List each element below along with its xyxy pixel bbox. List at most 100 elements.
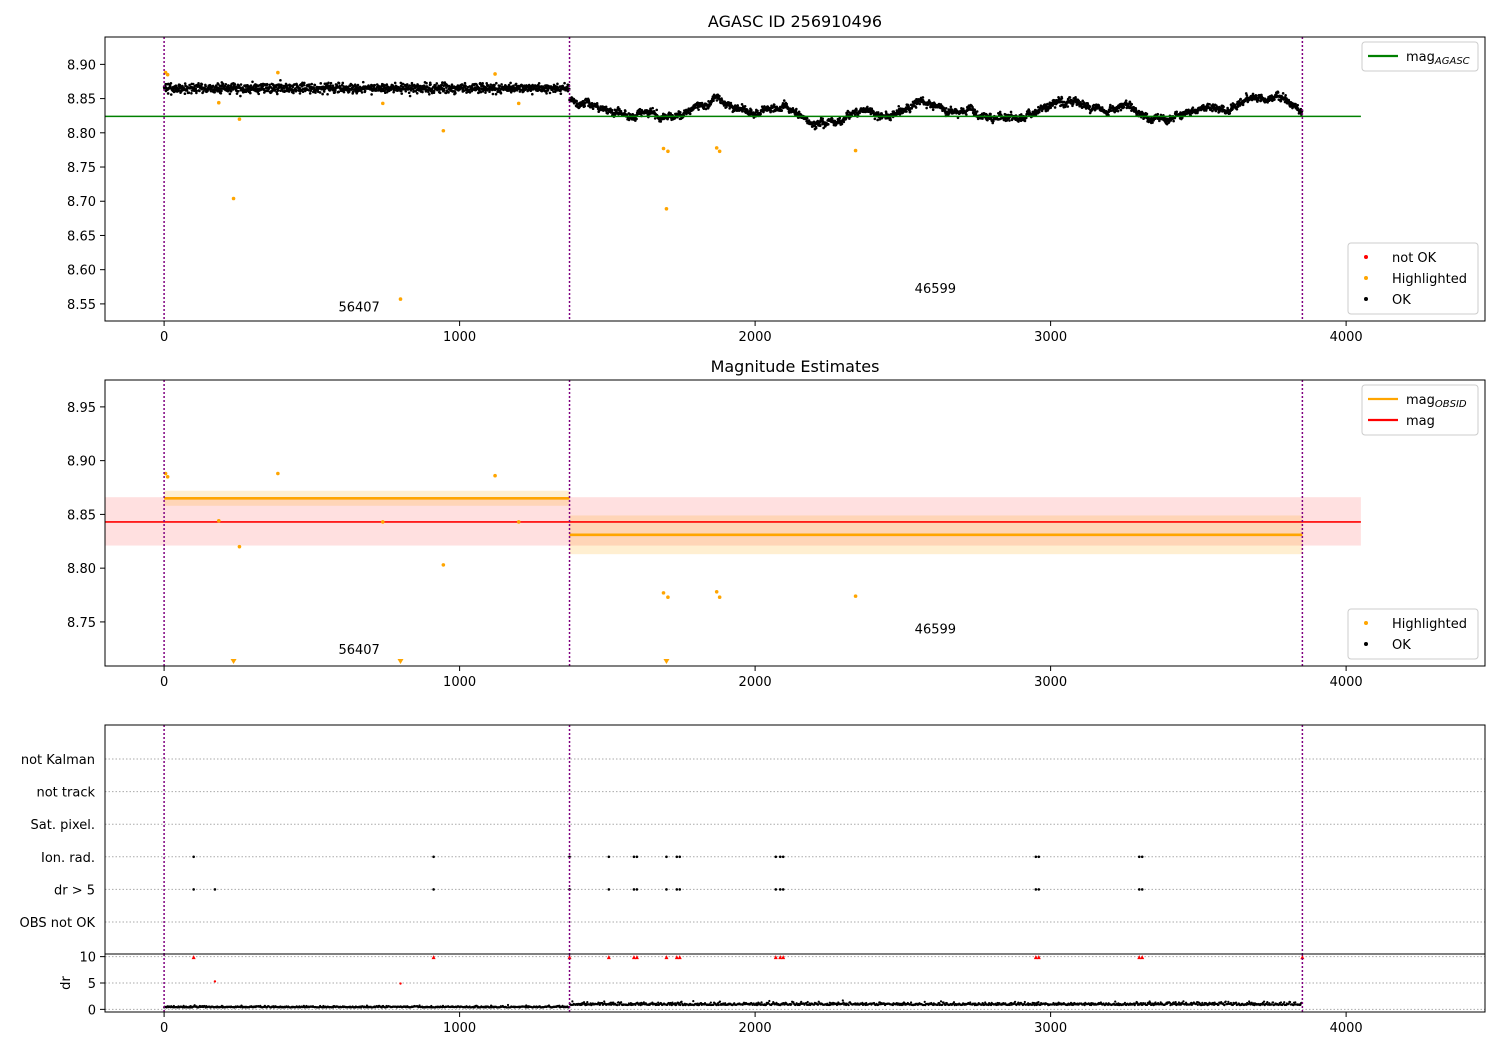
ok-point [221, 82, 225, 86]
ok-point [1235, 107, 1239, 111]
flag-event-point [607, 888, 611, 891]
ok-point [531, 92, 534, 96]
flag-event-point [781, 855, 785, 859]
ok-point [233, 83, 237, 86]
ok-point [908, 110, 912, 113]
highlighted-point [276, 471, 280, 476]
flag-event-point [1137, 888, 1141, 891]
ok-point [319, 82, 323, 85]
ok-point [756, 109, 759, 113]
ok-point [421, 90, 424, 94]
ok-point [918, 102, 922, 106]
ok-point [279, 78, 282, 82]
panel-title: Magnitude Estimates [711, 357, 880, 376]
flag-row-label: OBS not OK [20, 916, 96, 931]
ok-point [975, 110, 979, 113]
x-tick-label: 2000 [739, 330, 772, 345]
ok-point [826, 123, 830, 126]
flag-event-point [665, 855, 668, 859]
ok-point [992, 119, 995, 123]
ok-point [1245, 94, 1249, 97]
ok-point [989, 112, 992, 116]
ok-point [495, 81, 498, 85]
ok-point [360, 91, 364, 94]
dr-point [586, 1000, 589, 1004]
highlighted-point [493, 72, 497, 76]
ok-point [715, 99, 719, 102]
flag-event-point [1137, 855, 1141, 859]
ok-point [819, 120, 823, 123]
ok-point [405, 83, 409, 86]
x-tick-label: 3000 [1034, 675, 1067, 690]
flag-event-point [607, 855, 611, 859]
highlighted-point [237, 117, 242, 121]
highlighted-point [717, 149, 722, 154]
highlighted-point [441, 563, 446, 567]
ok-point [228, 92, 232, 96]
ok-point [876, 111, 880, 114]
out-of-range-marker [230, 659, 237, 664]
flag-event-point [632, 888, 636, 891]
flag-row-label: not Kalman [21, 753, 95, 768]
dr-point [620, 1001, 623, 1004]
ok-point [313, 83, 317, 87]
ok-point [743, 104, 747, 108]
highlighted-point [380, 520, 385, 524]
ok-point [1049, 106, 1053, 109]
ok-point [251, 80, 254, 84]
ok-point [265, 82, 269, 86]
legend-label: OK [1392, 638, 1411, 653]
x-tick-label: 0 [160, 330, 168, 345]
ok-point [276, 92, 279, 96]
ok-point [805, 117, 809, 120]
ok-point [326, 92, 329, 96]
ok-point [604, 105, 608, 109]
ok-point [1255, 94, 1258, 98]
highlighted-point [666, 149, 670, 154]
ok-point [782, 99, 786, 102]
ok-point [965, 113, 968, 116]
y-tick-label: 8.90 [67, 455, 96, 470]
ok-point [575, 99, 578, 103]
dr-point [642, 1001, 645, 1004]
y-tick-label: 8.90 [67, 58, 96, 73]
highlighted-point [165, 474, 170, 479]
ok-point [373, 83, 377, 87]
highlighted-point [216, 519, 221, 523]
ok-point [400, 92, 404, 95]
ok-point [200, 83, 204, 86]
ok-point [310, 82, 314, 86]
flag-event-point [213, 888, 217, 891]
ok-point [795, 107, 798, 111]
ok-point [308, 83, 311, 86]
flag-event-point [678, 888, 682, 891]
ok-point [298, 92, 302, 95]
ok-point [842, 120, 846, 124]
dr-point [692, 1000, 695, 1003]
highlighted-point [398, 297, 403, 301]
ok-point [750, 108, 753, 112]
flag-event-point [774, 888, 778, 891]
highlighted-point [516, 520, 521, 524]
flag-event-point [1140, 888, 1144, 891]
ok-point [249, 84, 253, 87]
ok-point [404, 89, 408, 93]
obsid-label: 46599 [915, 282, 956, 297]
highlighted-point [441, 128, 446, 133]
ok-point [235, 92, 239, 95]
ok-point [688, 112, 692, 116]
ok-point [651, 106, 654, 110]
obsid-label: 56407 [338, 300, 379, 315]
ok-point [493, 83, 496, 87]
flag-event-point [1037, 888, 1041, 891]
ok-point [321, 92, 324, 96]
x-tick-label: 1000 [443, 330, 476, 345]
legend-dot-swatch [1364, 621, 1368, 625]
ok-point [322, 90, 326, 93]
ok-point [361, 80, 365, 84]
ok-point [442, 88, 446, 92]
highlighted-point [493, 473, 497, 478]
ok-point [974, 112, 978, 116]
legend-label: Highlighted [1392, 617, 1467, 632]
highlighted-point [717, 595, 722, 599]
